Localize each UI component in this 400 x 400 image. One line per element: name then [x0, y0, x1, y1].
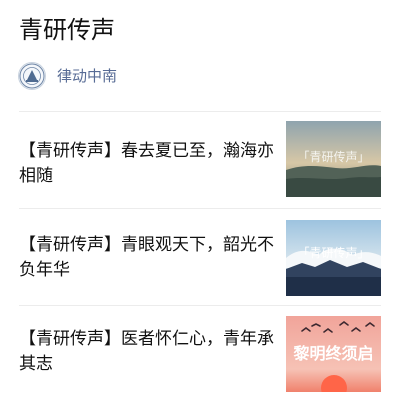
thumbnail-caption: 「青研传声」 — [297, 149, 369, 164]
album-title: 青研传声 — [19, 16, 115, 44]
divider — [19, 111, 381, 112]
article-title[interactable]: 【青研传声】春去夏已至，瀚海亦相随 — [19, 139, 275, 189]
thumbnail-caption: 黎明终须启 — [293, 344, 373, 363]
article-item[interactable]: 【青研传声】春去夏已至，瀚海亦相随 「青研传声」 — [19, 121, 381, 197]
thumbnail-caption: 「青研传声」 — [297, 245, 369, 260]
account-name[interactable]: 律动中南 — [57, 66, 117, 86]
article-thumbnail[interactable]: 「青研传声」 — [286, 220, 381, 296]
university-emblem-icon[interactable] — [18, 62, 46, 90]
article-thumbnail[interactable]: 黎明终须启 — [286, 316, 381, 392]
article-item[interactable]: 【青研传声】青眼观天下，韶光不负年华 「青研传声」 — [19, 220, 381, 296]
article-item[interactable]: 【青研传声】医者怀仁心，青年承其志 黎明终须启 — [19, 316, 381, 392]
article-album-page: 青研传声 律动中南 【青研传声】春去夏已至，瀚海亦相随 「青研传声」 【青研传声… — [0, 0, 400, 400]
article-title[interactable]: 【青研传声】医者怀仁心，青年承其志 — [19, 327, 275, 377]
article-title[interactable]: 【青研传声】青眼观天下，韶光不负年华 — [19, 233, 275, 283]
account-row[interactable]: 律动中南 — [18, 62, 117, 90]
divider — [19, 305, 381, 306]
divider — [19, 208, 381, 209]
article-thumbnail[interactable]: 「青研传声」 — [286, 121, 381, 197]
